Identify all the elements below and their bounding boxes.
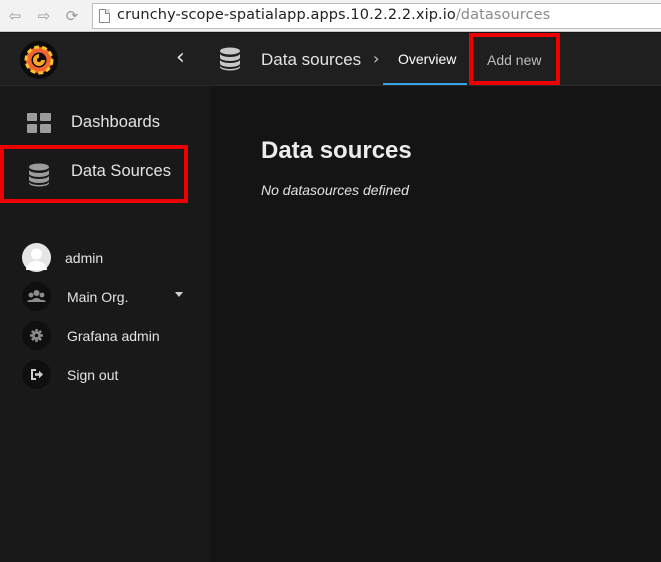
sign-out-icon xyxy=(22,360,51,389)
chevron-right-icon: › xyxy=(373,49,380,68)
sidebar-item-data-sources[interactable]: Data Sources xyxy=(0,145,188,203)
empty-state-message: No datasources defined xyxy=(261,182,409,198)
tab-overview-label: Overview xyxy=(398,51,457,67)
caret-down-icon[interactable] xyxy=(175,292,183,297)
org-name: Main Org. xyxy=(67,289,129,305)
database-icon xyxy=(28,163,50,192)
user-item-sign-out[interactable]: Sign out xyxy=(22,360,192,390)
reload-icon[interactable]: ⟳ xyxy=(61,6,83,26)
sidebar: Dashboards Data Sources admin Main Org. … xyxy=(0,86,210,562)
user-item-grafana-admin[interactable]: Grafana admin xyxy=(22,321,192,351)
grafana-logo[interactable] xyxy=(20,41,58,79)
sign-out-label: Sign out xyxy=(67,367,119,383)
tab-add-new[interactable]: Add new xyxy=(469,33,560,85)
tab-overview[interactable]: Overview xyxy=(383,33,467,85)
browser-toolbar: ⇦ ⇨ ⟳ crunchy-scope-spatialapp.apps.10.2… xyxy=(0,0,661,32)
forward-arrow-icon[interactable]: ⇨ xyxy=(33,6,55,26)
tab-add-new-label: Add new xyxy=(487,52,542,68)
back-arrow-icon[interactable]: ⇦ xyxy=(4,6,26,26)
url-path: /datasources xyxy=(455,7,551,23)
top-navbar: ‹ Data sources › Overview Add new xyxy=(0,33,661,86)
chevron-left-icon[interactable]: ‹ xyxy=(176,45,185,70)
url-text: crunchy-scope-spatialapp.apps.10.2.2.2.x… xyxy=(117,7,550,23)
sidebar-item-dashboards[interactable]: Dashboards xyxy=(0,99,210,147)
grafana-admin-label: Grafana admin xyxy=(67,328,160,344)
grid-icon xyxy=(27,113,51,138)
sidebar-item-label: Dashboards xyxy=(71,113,160,131)
address-bar[interactable]: crunchy-scope-spatialapp.apps.10.2.2.2.x… xyxy=(92,3,661,29)
sidebar-item-label: Data Sources xyxy=(71,162,171,180)
user-item-admin[interactable]: admin xyxy=(22,243,192,273)
avatar xyxy=(22,243,51,272)
user-name: admin xyxy=(65,250,104,266)
page-title: Data sources xyxy=(261,137,412,164)
gear-icon xyxy=(22,321,51,350)
grafana-logo-icon xyxy=(24,45,54,75)
database-icon xyxy=(219,47,241,76)
page-icon xyxy=(99,9,110,23)
user-item-org[interactable]: Main Org. xyxy=(22,282,192,312)
users-icon xyxy=(22,282,51,311)
main-content: Data sources No datasources defined xyxy=(210,86,661,562)
breadcrumb-title[interactable]: Data sources xyxy=(261,50,361,70)
url-host: crunchy-scope-spatialapp.apps.10.2.2.2.x… xyxy=(117,7,456,23)
